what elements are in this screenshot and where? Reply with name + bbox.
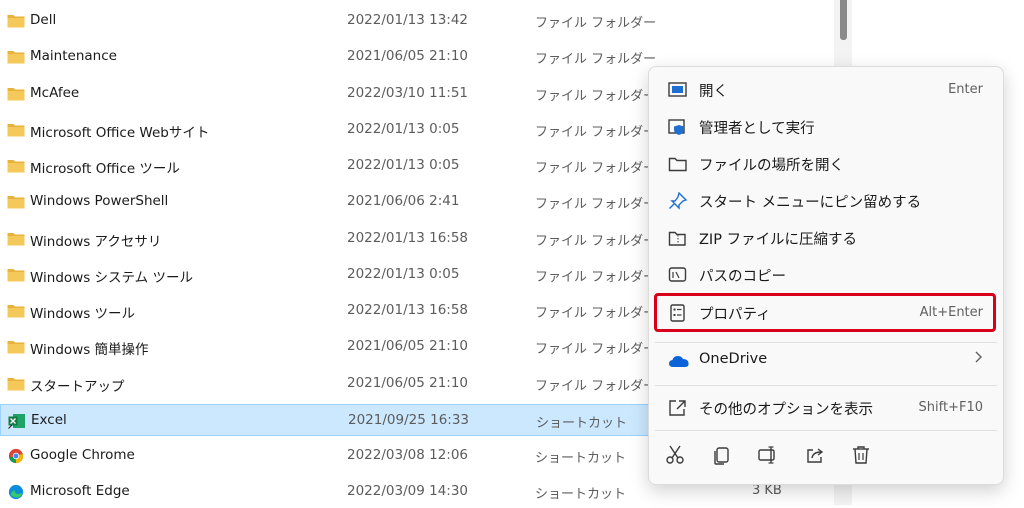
file-row[interactable]: Dell 2022/01/13 13:42 ファイル フォルダー <box>0 5 834 37</box>
menu-item-compress-zip[interactable]: ZIP ファイルに圧縮する <box>655 221 995 255</box>
delete-icon[interactable] <box>850 444 878 472</box>
menu-separator <box>655 385 997 386</box>
folder-icon <box>7 194 25 210</box>
file-name: Windows 簡単操作 <box>30 342 149 359</box>
file-date-modified: 2021/06/06 2:41 <box>347 193 460 210</box>
file-type: ファイル フォルダー <box>535 378 657 394</box>
edge-icon <box>7 484 25 500</box>
file-type: ファイル フォルダー <box>535 306 657 321</box>
file-type: ファイル フォルダー <box>535 124 657 140</box>
menu-item-open-file-location[interactable]: ファイルの場所を開く <box>655 147 995 181</box>
folder-outline-icon <box>668 155 688 173</box>
file-name: Windows システム ツール <box>30 269 193 286</box>
file-date-modified: 2022/03/09 14:30 <box>347 483 469 500</box>
context-menu: 開く Enter 管理者として実行 ファイルの場所を開く スタート メニューにピ… <box>648 66 1004 485</box>
menu-separator <box>655 342 997 343</box>
file-name: スタートアップ <box>30 378 125 395</box>
file-date-modified: 2022/03/08 12:06 <box>347 447 469 463</box>
file-type: ファイル フォルダー <box>535 233 657 249</box>
file-type: ファイル フォルダー <box>535 197 657 213</box>
shield-icon <box>668 118 688 136</box>
menu-item-onedrive[interactable]: OneDrive <box>655 344 995 378</box>
folder-icon <box>7 49 25 65</box>
file-type: ファイル フォルダー <box>535 161 657 176</box>
file-date-modified: 2022/01/13 16:58 <box>347 229 469 246</box>
folder-icon <box>7 13 25 29</box>
file-name: Microsoft Office Webサイト <box>30 124 210 141</box>
folder-icon <box>7 122 25 138</box>
file-name: Windows アクセサリ <box>30 233 162 250</box>
onedrive-icon <box>668 352 689 370</box>
file-name: Dell <box>30 12 57 28</box>
menu-item-more-options[interactable]: その他のオプションを表示 Shift+F10 <box>655 391 995 425</box>
file-name: Google Chrome <box>30 447 135 463</box>
file-date-modified: 2022/01/13 0:05 <box>347 157 460 173</box>
file-type: ファイル フォルダー <box>535 88 657 104</box>
menu-item-open[interactable]: 開く Enter <box>655 73 995 107</box>
file-size: 3 KB <box>752 483 782 499</box>
folder-icon <box>7 303 25 319</box>
zip-icon <box>668 229 688 247</box>
file-date-modified: 2022/01/13 0:05 <box>347 265 460 282</box>
menu-item-run-as-admin[interactable]: 管理者として実行 <box>655 110 995 144</box>
file-date-modified: 2022/01/13 0:05 <box>347 120 460 137</box>
file-type: ファイル フォルダー <box>535 16 657 31</box>
share-icon[interactable] <box>804 444 832 472</box>
chevron-right-icon <box>973 350 983 368</box>
file-type: ファイル フォルダー <box>535 269 657 285</box>
folder-icon <box>7 86 25 102</box>
folder-icon <box>7 158 25 174</box>
copy-icon[interactable] <box>711 444 739 472</box>
properties-highlight-annotation <box>654 293 996 332</box>
file-type: ファイル フォルダー <box>535 52 657 68</box>
file-date-modified: 2021/09/25 16:33 <box>348 411 470 428</box>
open-window-icon <box>668 81 688 99</box>
scrollbar-thumb[interactable] <box>840 0 847 40</box>
file-name: Windows PowerShell <box>30 193 169 210</box>
file-name: Windows ツール <box>30 306 136 322</box>
file-name: Excel <box>31 411 67 428</box>
excel-icon <box>8 413 26 429</box>
menu-item-copy-path[interactable]: パスのコピー <box>655 258 995 292</box>
folder-icon <box>7 231 25 247</box>
folder-icon <box>7 267 25 283</box>
file-date-modified: 2022/01/13 13:42 <box>347 12 469 28</box>
pin-icon <box>668 191 688 210</box>
cut-icon[interactable] <box>664 444 692 472</box>
copy-path-icon <box>668 266 688 284</box>
file-date-modified: 2021/06/05 21:10 <box>347 374 469 391</box>
file-type: ファイル フォルダー <box>535 342 657 358</box>
file-name: McAfee <box>30 84 80 101</box>
rename-icon[interactable] <box>757 444 785 472</box>
file-name: Microsoft Office ツール <box>30 161 180 177</box>
file-type: ショートカット <box>536 415 628 431</box>
file-type: ショートカット <box>535 487 627 503</box>
file-date-modified: 2021/06/05 21:10 <box>347 338 469 355</box>
chrome-icon <box>7 448 25 464</box>
file-name: Maintenance <box>30 48 117 65</box>
folder-icon <box>7 339 25 355</box>
file-date-modified: 2021/06/05 21:10 <box>347 48 469 65</box>
folder-icon <box>7 376 25 392</box>
file-name: Microsoft Edge <box>30 483 130 500</box>
file-date-modified: 2022/01/13 16:58 <box>347 302 469 318</box>
more-options-icon <box>668 399 688 417</box>
file-date-modified: 2022/03/10 11:51 <box>347 84 469 101</box>
menu-item-pin-to-start[interactable]: スタート メニューにピン留めする <box>655 184 995 218</box>
menu-separator <box>655 430 997 431</box>
file-type: ショートカット <box>535 451 627 466</box>
